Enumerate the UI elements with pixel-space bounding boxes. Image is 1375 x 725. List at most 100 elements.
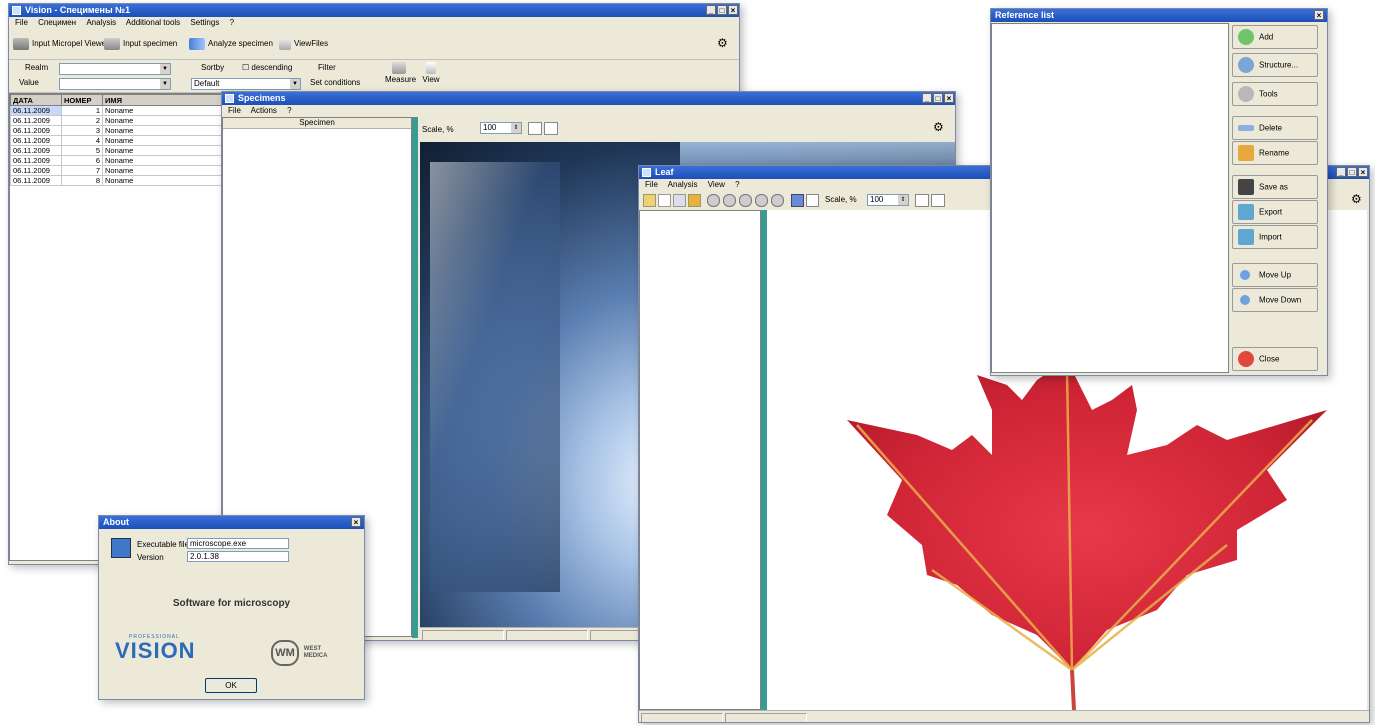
ok-button[interactable]: OK [205,678,257,693]
menu-help[interactable]: ? [735,180,739,189]
menu-additional-tools[interactable]: Additional tools [126,18,180,27]
main-menubar: File Специмен Analysis Additional tools … [9,17,739,28]
settings-gear-icon[interactable]: ⚙ [717,37,728,49]
rename-button[interactable]: Rename [1232,141,1318,165]
main-window-titlebar[interactable]: Vision - Специмены №1 _ □ × [9,4,739,17]
move-up-button[interactable]: Move Up [1232,263,1318,287]
input-specimen-button[interactable]: Input specimen [104,38,177,50]
maximize-icon[interactable]: □ [717,5,727,15]
move-down-button[interactable]: Move Down [1232,288,1318,312]
column-header-name[interactable]: ИМЯ [102,94,224,106]
close-icon [1238,351,1254,367]
maximize-icon[interactable]: □ [933,93,943,103]
about-title: About [103,517,129,527]
value-dropdown[interactable]: ▼ [59,78,171,90]
chevron-down-icon: ▼ [160,79,170,89]
filter-bar: Realm ▼ Value ▼ Sortby ☐ descending Defa… [9,60,739,93]
tool-circle-icon[interactable] [723,194,736,207]
add-button[interactable]: Add [1232,25,1318,49]
table-row[interactable]: 06.11.2009 8 Noname [10,175,224,186]
structure-icon [1238,57,1254,73]
zoom-in-icon[interactable] [915,194,929,207]
tool-circle-icon[interactable] [739,194,752,207]
analyze-specimen-button[interactable]: Analyze specimen [189,38,273,50]
tools-button[interactable]: Tools [1232,82,1318,106]
input-viewer-button[interactable]: Input Micropel Viewer [13,38,109,50]
menu-settings[interactable]: Settings [190,18,219,27]
tool-circle-icon[interactable] [771,194,784,207]
table-row[interactable]: 06.11.2009 4 Noname [10,135,224,146]
zoom-out-icon[interactable] [931,194,945,207]
viewfiles-button[interactable]: ViewFiles [279,38,328,50]
table-row[interactable]: 06.11.2009 1 Noname [10,105,224,116]
delete-button[interactable]: Delete [1232,116,1318,140]
sort-dropdown[interactable]: Default ▼ [191,78,301,90]
menu-file[interactable]: File [15,18,28,27]
status-panel [422,630,504,640]
menu-view[interactable]: View [708,180,725,189]
table-row[interactable]: 06.11.2009 5 Noname [10,145,224,156]
zoom-in-icon[interactable] [528,122,542,135]
open-icon[interactable] [643,194,656,207]
close-icon[interactable]: × [1358,167,1368,177]
line-tool-icon[interactable] [673,194,686,207]
tool-circle-icon[interactable] [707,194,720,207]
close-icon[interactable]: × [944,93,954,103]
table-row[interactable]: 06.11.2009 7 Noname [10,165,224,176]
reference-list-title: Reference list [995,10,1055,20]
pencil-icon [1238,145,1254,161]
scale-input[interactable]: 100 ⇕ [480,122,522,134]
view-button[interactable]: View [419,62,443,86]
chevron-down-icon: ▼ [160,64,170,74]
close-button[interactable]: Close [1232,347,1318,371]
maximize-icon[interactable]: □ [1347,167,1357,177]
minimize-icon[interactable]: _ [706,5,716,15]
app-icon [225,94,234,103]
menu-analysis[interactable]: Analysis [668,180,698,189]
close-icon[interactable]: × [351,517,361,527]
about-titlebar[interactable]: About × [99,516,364,529]
menu-specimen[interactable]: Специмен [38,18,76,27]
specimen-splitter[interactable] [412,117,418,638]
close-icon[interactable]: × [1314,10,1324,20]
close-icon[interactable]: × [728,5,738,15]
column-header-number[interactable]: НОМЕР [61,94,103,106]
reference-list-titlebar[interactable]: Reference list × [991,9,1327,22]
reference-list-panel[interactable] [991,23,1229,373]
pencil-icon[interactable] [688,194,701,207]
menu-analysis[interactable]: Analysis [86,18,116,27]
realm-dropdown[interactable]: ▼ [59,63,171,75]
table-row[interactable]: 06.11.2009 3 Noname [10,125,224,136]
table-row[interactable]: 06.11.2009 2 Noname [10,115,224,126]
app-icon [12,6,21,15]
export-button[interactable]: Export [1232,200,1318,224]
table-header-row: ДАТА НОМЕР ИМЯ [10,94,224,106]
menu-actions[interactable]: Actions [251,106,277,115]
menu-help[interactable]: ? [230,18,234,27]
column-header-date[interactable]: ДАТА [10,94,62,106]
save-icon[interactable] [791,194,804,207]
specimen-window-titlebar[interactable]: Specimens _ □ × [222,92,955,105]
frame-icon[interactable] [806,194,819,207]
status-panel [506,630,588,640]
measure-button[interactable]: Measure [385,62,416,86]
minimize-icon[interactable]: _ [922,93,932,103]
import-button[interactable]: Import [1232,225,1318,249]
menu-help[interactable]: ? [287,106,291,115]
new-icon[interactable] [658,194,671,207]
descending-checkbox[interactable]: ☐ descending [242,63,292,72]
tool-circle-icon[interactable] [755,194,768,207]
zoom-out-icon[interactable] [544,122,558,135]
settings-gear-icon[interactable]: ⚙ [933,120,944,134]
structure-button[interactable]: Structure... [1232,53,1318,77]
menu-file[interactable]: File [228,106,241,115]
set-conditions-button[interactable]: Set conditions [310,78,360,87]
settings-gear-icon[interactable]: ⚙ [1351,192,1362,206]
spin-icon: ⇕ [898,195,908,205]
save-as-button[interactable]: Save as [1232,175,1318,199]
scale-input[interactable]: 100 ⇕ [867,194,909,206]
minimize-icon[interactable]: _ [1336,167,1346,177]
table-row[interactable]: 06.11.2009 6 Noname [10,155,224,166]
menu-file[interactable]: File [645,180,658,189]
specimen-list-header[interactable]: Specimen [223,118,411,129]
